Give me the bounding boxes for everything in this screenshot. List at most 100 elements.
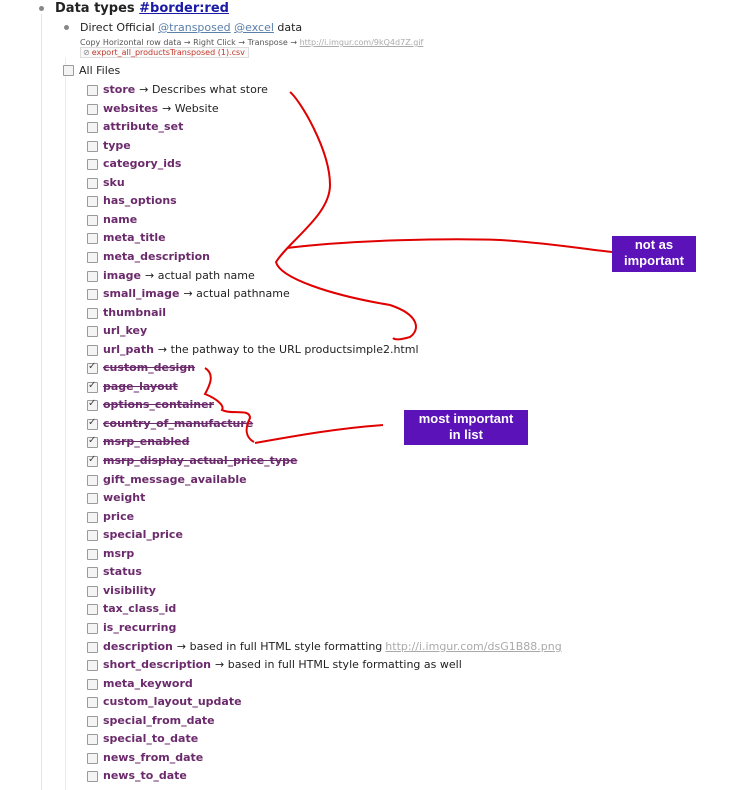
field-checkbox[interactable] bbox=[87, 475, 98, 486]
field-row: url_path → the pathway to the URL product… bbox=[103, 343, 419, 356]
field-key: short_description bbox=[103, 658, 212, 671]
field-key: meta_title bbox=[103, 231, 166, 244]
field-checkbox[interactable] bbox=[87, 679, 98, 690]
field-key: has_options bbox=[103, 194, 177, 207]
note-line: important bbox=[624, 253, 684, 268]
field-row: special_from_date bbox=[103, 714, 215, 727]
field-checkbox[interactable] bbox=[87, 493, 98, 504]
field-checkbox[interactable] bbox=[87, 604, 98, 615]
field-row: is_recurring bbox=[103, 621, 176, 634]
field-checkbox[interactable] bbox=[87, 512, 98, 523]
field-key: special_price bbox=[103, 528, 183, 541]
section-title-text: Data types bbox=[55, 1, 135, 16]
field-checkbox[interactable] bbox=[87, 530, 98, 541]
field-key: description bbox=[103, 640, 173, 653]
field-link[interactable]: http://i.imgur.com/dsG1B88.png bbox=[385, 640, 561, 653]
field-row: meta_description bbox=[103, 250, 210, 263]
field-row: msrp_enabled bbox=[103, 435, 190, 448]
field-row: custom_design bbox=[103, 361, 195, 374]
field-description: → based in full HTML style formatting as… bbox=[215, 658, 462, 671]
field-checkbox[interactable] bbox=[87, 734, 98, 745]
border-tag-link[interactable]: #border:red bbox=[139, 1, 229, 16]
field-checkbox[interactable] bbox=[87, 361, 98, 374]
field-row: status bbox=[103, 565, 142, 578]
note-line: not as bbox=[634, 237, 674, 252]
field-checkbox[interactable] bbox=[87, 345, 98, 356]
paperclip-icon: ⊘ bbox=[83, 48, 90, 57]
field-checkbox[interactable] bbox=[87, 549, 98, 560]
field-checkbox[interactable] bbox=[87, 417, 98, 430]
field-key: image bbox=[103, 269, 141, 282]
field-key: thumbnail bbox=[103, 306, 167, 319]
field-key: country_of_manufacture bbox=[103, 417, 254, 430]
field-checkbox[interactable] bbox=[87, 771, 98, 782]
bullet-icon[interactable] bbox=[64, 25, 69, 30]
gif-link[interactable]: http://i.imgur.com/9kQ4d7Z.gif bbox=[300, 38, 424, 47]
field-checkbox[interactable] bbox=[87, 308, 98, 319]
field-checkbox[interactable] bbox=[87, 196, 98, 207]
field-checkbox[interactable] bbox=[87, 233, 98, 244]
all-files-checkbox[interactable] bbox=[63, 65, 74, 76]
field-checkbox[interactable] bbox=[87, 716, 98, 727]
field-checkbox[interactable] bbox=[87, 697, 98, 708]
field-checkbox[interactable] bbox=[87, 85, 98, 96]
field-checkbox[interactable] bbox=[87, 326, 98, 337]
field-row: country_of_manufacture bbox=[103, 417, 253, 430]
field-checkbox[interactable] bbox=[87, 104, 98, 115]
field-checkbox[interactable] bbox=[87, 454, 98, 467]
field-checkbox[interactable] bbox=[87, 141, 98, 152]
field-checkbox[interactable] bbox=[87, 435, 98, 448]
field-key: status bbox=[103, 565, 142, 578]
attachment-chip[interactable]: ⊘ export_all_productsTransposed (1).csv bbox=[80, 47, 249, 58]
field-checkbox[interactable] bbox=[87, 289, 98, 300]
field-key: options_container bbox=[103, 398, 214, 411]
field-key: gift_message_available bbox=[103, 473, 247, 486]
field-row: sku bbox=[103, 176, 125, 189]
field-key: custom_layout_update bbox=[103, 695, 242, 708]
transposed-tag[interactable]: @transposed bbox=[158, 21, 230, 34]
field-checkbox[interactable] bbox=[87, 642, 98, 653]
field-checkbox[interactable] bbox=[87, 122, 98, 133]
field-checkbox[interactable] bbox=[87, 380, 98, 393]
field-checkbox[interactable] bbox=[87, 660, 98, 671]
field-checkbox[interactable] bbox=[87, 178, 98, 189]
field-description: → based in full HTML style formatting bbox=[176, 640, 383, 653]
field-key: news_to_date bbox=[103, 769, 187, 782]
note-line: most important bbox=[418, 411, 514, 426]
field-checkbox[interactable] bbox=[87, 271, 98, 282]
most-important-note: most important in list bbox=[404, 410, 528, 445]
field-checkbox[interactable] bbox=[87, 753, 98, 764]
not-important-note: not as important bbox=[612, 236, 696, 272]
field-row: short_description → based in full HTML st… bbox=[103, 658, 462, 671]
field-checkbox[interactable] bbox=[87, 586, 98, 597]
field-row: store → Describes what store bbox=[103, 83, 268, 96]
field-key: meta_keyword bbox=[103, 677, 193, 690]
field-row: page_layout bbox=[103, 380, 178, 393]
field-row: price bbox=[103, 510, 134, 523]
field-row: name bbox=[103, 213, 137, 226]
field-row: description → based in full HTML style fo… bbox=[103, 640, 562, 653]
field-row: custom_layout_update bbox=[103, 695, 242, 708]
field-checkbox[interactable] bbox=[87, 398, 98, 411]
field-key: tax_class_id bbox=[103, 602, 177, 615]
field-key: custom_design bbox=[103, 361, 196, 374]
field-checkbox[interactable] bbox=[87, 252, 98, 263]
bullet-icon[interactable] bbox=[39, 6, 44, 11]
outline-guide-line bbox=[41, 14, 42, 790]
field-key: is_recurring bbox=[103, 621, 177, 634]
field-row: websites → Website bbox=[103, 102, 219, 115]
field-row: category_ids bbox=[103, 157, 181, 170]
field-row: meta_title bbox=[103, 231, 166, 244]
excel-tag[interactable]: @excel bbox=[234, 21, 274, 34]
field-key: msrp_enabled bbox=[103, 435, 190, 448]
field-key: msrp bbox=[103, 547, 135, 560]
field-key: weight bbox=[103, 491, 146, 504]
section-title: Data types #border:red bbox=[55, 1, 229, 16]
annotation-ink bbox=[203, 91, 613, 444]
field-checkbox[interactable] bbox=[87, 215, 98, 226]
field-checkbox[interactable] bbox=[87, 623, 98, 634]
field-checkbox[interactable] bbox=[87, 159, 98, 170]
field-checkbox[interactable] bbox=[87, 567, 98, 578]
outline-guide-line-inner bbox=[65, 58, 66, 790]
field-row: gift_message_available bbox=[103, 473, 247, 486]
